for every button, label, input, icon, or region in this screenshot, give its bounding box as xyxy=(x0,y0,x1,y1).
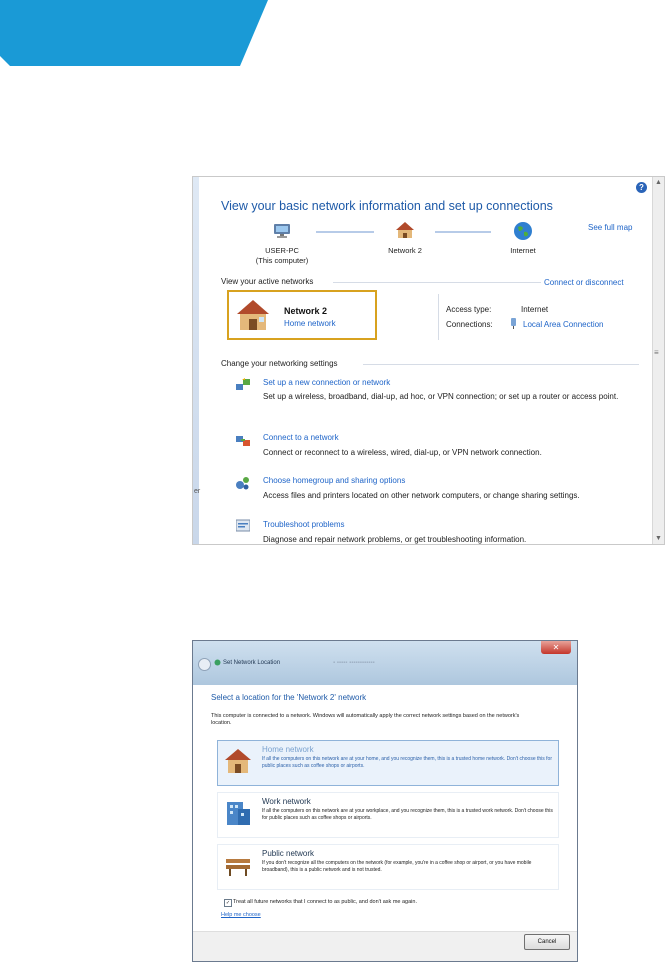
settings-heading: Change your networking settings xyxy=(221,359,338,368)
task-troubleshoot-desc: Diagnose and repair network problems, or… xyxy=(263,535,527,544)
address-bar-ghost-text: ▪ ▪▪▪▪▪ ▪▪▪▪▪▪▪▪▪▪▪▪ xyxy=(333,660,375,666)
scroll-up-icon[interactable]: ▲ xyxy=(655,179,662,186)
network-sharing-center-screenshot: er ▲ ≡ ▼ ? View your basic network infor… xyxy=(192,176,665,545)
computer-name: USER-PC xyxy=(265,246,299,255)
section-divider xyxy=(363,364,639,365)
troubleshoot-icon xyxy=(236,519,250,532)
option-work-network[interactable]: Work network If all the computers on thi… xyxy=(217,792,559,838)
ethernet-adapter-icon xyxy=(511,318,516,329)
see-full-map-link[interactable]: See full map xyxy=(588,223,632,232)
map-connector-line xyxy=(435,231,491,233)
map-node-network[interactable]: Network 2 xyxy=(375,221,435,256)
computer-subtitle: (This computer) xyxy=(255,256,309,265)
connections-label: Connections: xyxy=(446,320,493,329)
home-icon xyxy=(225,749,251,773)
public-bench-icon xyxy=(226,859,250,876)
map-node-internet[interactable]: Internet xyxy=(498,221,548,256)
network-location-type-link[interactable]: Home network xyxy=(284,319,336,328)
window-title: Set Network Location xyxy=(223,660,281,666)
internet-label: Internet xyxy=(510,246,536,255)
map-node-computer: USER-PC (This computer) xyxy=(247,223,317,266)
option-home-network[interactable]: Home network If all the computers on thi… xyxy=(217,740,559,786)
option-home-desc: If all the computers on this network are… xyxy=(262,756,552,769)
task-new-connection-desc: Set up a wireless, broadband, dial-up, a… xyxy=(263,392,619,401)
task-homegroup-desc: Access files and printers located on oth… xyxy=(263,491,580,500)
computer-icon xyxy=(274,224,290,238)
back-arrow-icon[interactable] xyxy=(198,658,211,671)
task-troubleshoot-link[interactable]: Troubleshoot problems xyxy=(263,520,345,529)
dialog-heading: Select a location for the 'Network 2' ne… xyxy=(211,693,367,702)
option-public-desc: If you don't recognize all the computers… xyxy=(262,860,532,873)
option-work-desc: If all the computers on this network are… xyxy=(262,808,553,821)
close-icon[interactable]: ✕ xyxy=(541,641,571,654)
local-area-connection-link[interactable]: Local Area Connection xyxy=(523,320,604,329)
active-network-name: Network 2 xyxy=(284,306,328,316)
help-me-choose-link[interactable]: Help me choose xyxy=(221,912,261,918)
dialog-footer xyxy=(193,931,577,961)
access-type-label: Access type: xyxy=(446,305,492,314)
header-accent-tab xyxy=(0,0,268,66)
connect-or-disconnect-link[interactable]: Connect or disconnect xyxy=(544,278,624,287)
page-title: View your basic network information and … xyxy=(221,199,553,213)
map-connector-line xyxy=(316,231,374,233)
dialog-intro: This computer is connected to a network.… xyxy=(211,713,520,726)
access-type-value: Internet xyxy=(521,305,549,314)
network-name: Network 2 xyxy=(388,246,422,255)
task-new-connection-link[interactable]: Set up a new connection or network xyxy=(263,378,390,387)
cancel-button[interactable]: Cancel xyxy=(524,934,570,950)
option-home-title: Home network xyxy=(262,745,314,754)
scroll-down-icon[interactable]: ▼ xyxy=(655,535,662,542)
work-building-icon xyxy=(227,802,250,825)
option-work-title: Work network xyxy=(262,797,311,806)
option-public-title: Public network xyxy=(262,849,315,858)
connect-network-icon xyxy=(236,436,250,446)
treat-as-public-checkbox[interactable]: ✓ xyxy=(224,899,232,907)
task-connect-network-link[interactable]: Connect to a network xyxy=(263,433,339,442)
scroll-thumb-grip-icon[interactable]: ≡ xyxy=(654,348,659,357)
treat-as-public-label: Treat all future networks that I connect… xyxy=(233,899,417,905)
section-divider xyxy=(333,282,541,283)
homegroup-icon xyxy=(236,477,249,490)
option-public-network[interactable]: Public network If you don't recognize al… xyxy=(217,844,559,890)
vertical-scrollbar[interactable]: ▲ ≡ ▼ xyxy=(652,177,664,544)
active-network-card[interactable]: Network 2 Home network xyxy=(227,290,377,340)
active-networks-heading: View your active networks xyxy=(221,277,314,286)
task-homegroup-link[interactable]: Choose homegroup and sharing options xyxy=(263,476,405,485)
task-connect-network-desc: Connect or reconnect to a wireless, wire… xyxy=(263,448,542,457)
new-connection-icon xyxy=(236,378,250,390)
help-icon[interactable]: ? xyxy=(636,182,647,193)
network-location-icon xyxy=(214,659,221,666)
set-network-location-dialog: ✕ Set Network Location ▪ ▪▪▪▪▪ ▪▪▪▪▪▪▪▪▪… xyxy=(192,640,578,962)
section-divider-vertical xyxy=(438,294,439,340)
navigation-pane-text: er xyxy=(194,488,201,495)
home-network-icon xyxy=(396,222,414,238)
globe-icon xyxy=(514,222,532,240)
home-network-icon xyxy=(237,300,269,330)
